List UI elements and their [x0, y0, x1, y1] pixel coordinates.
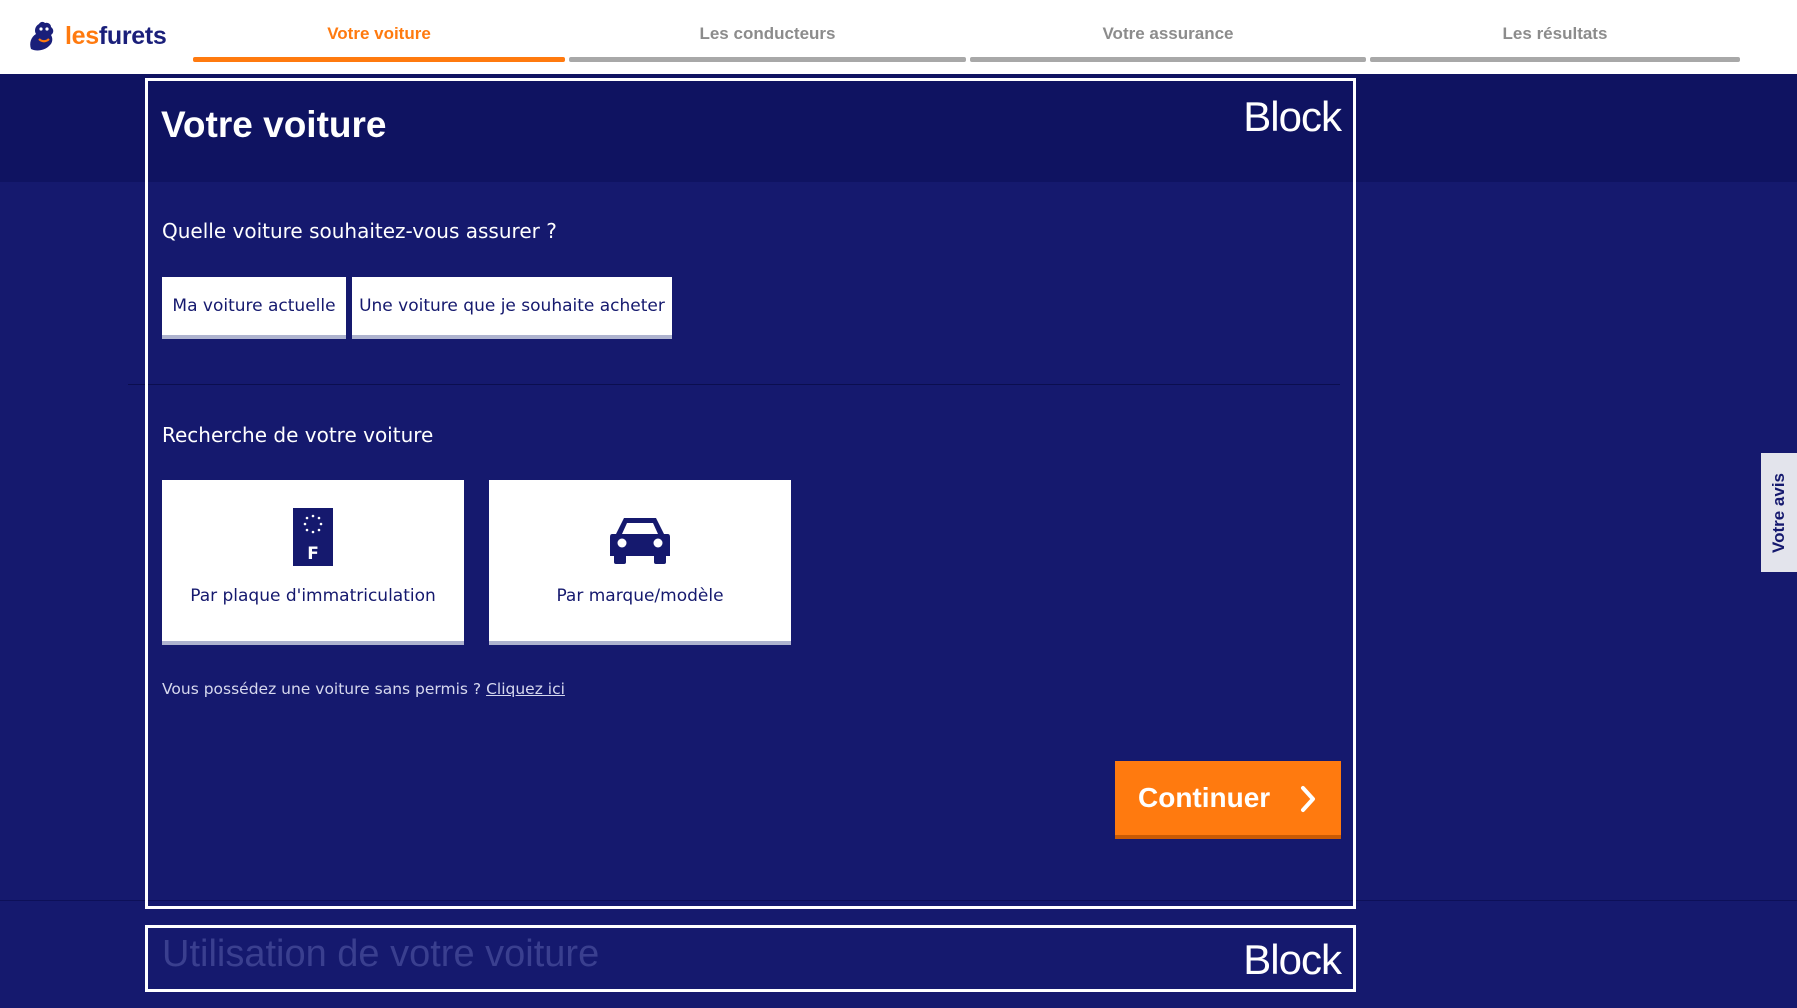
step-label: Les conducteurs: [699, 24, 836, 43]
step-progress-bar: [1370, 57, 1740, 62]
step-les-conducteurs[interactable]: Les conducteurs: [569, 0, 966, 64]
block-overlay-usage: Block: [145, 925, 1356, 992]
top-header: lesfurets Votre voiture Les conducteurs …: [0, 0, 1797, 74]
lesfurets-logo[interactable]: lesfurets: [27, 18, 167, 54]
block-overlay-label: Block: [1243, 93, 1342, 140]
ferret-logo-icon: [30, 21, 54, 51]
step-votre-assurance[interactable]: Votre assurance: [970, 0, 1366, 64]
logo-text-les: les: [65, 21, 99, 50]
step-les-resultats[interactable]: Les résultats: [1370, 0, 1740, 64]
block-overlay-main: Block: [145, 78, 1356, 909]
feedback-tab[interactable]: Votre avis: [1761, 453, 1797, 572]
logo-text-furets: furets: [98, 21, 167, 50]
step-label: Votre assurance: [1102, 24, 1234, 43]
feedback-tab-label: Votre avis: [1769, 472, 1789, 553]
step-progress-bar: [193, 57, 565, 62]
step-label: Votre voiture: [327, 24, 431, 43]
step-progress-bar: [970, 57, 1366, 62]
step-votre-voiture[interactable]: Votre voiture: [193, 0, 565, 64]
block-overlay-label: Block: [1243, 936, 1342, 983]
step-progress-bar: [569, 57, 966, 62]
step-label: Les résultats: [1502, 24, 1608, 43]
